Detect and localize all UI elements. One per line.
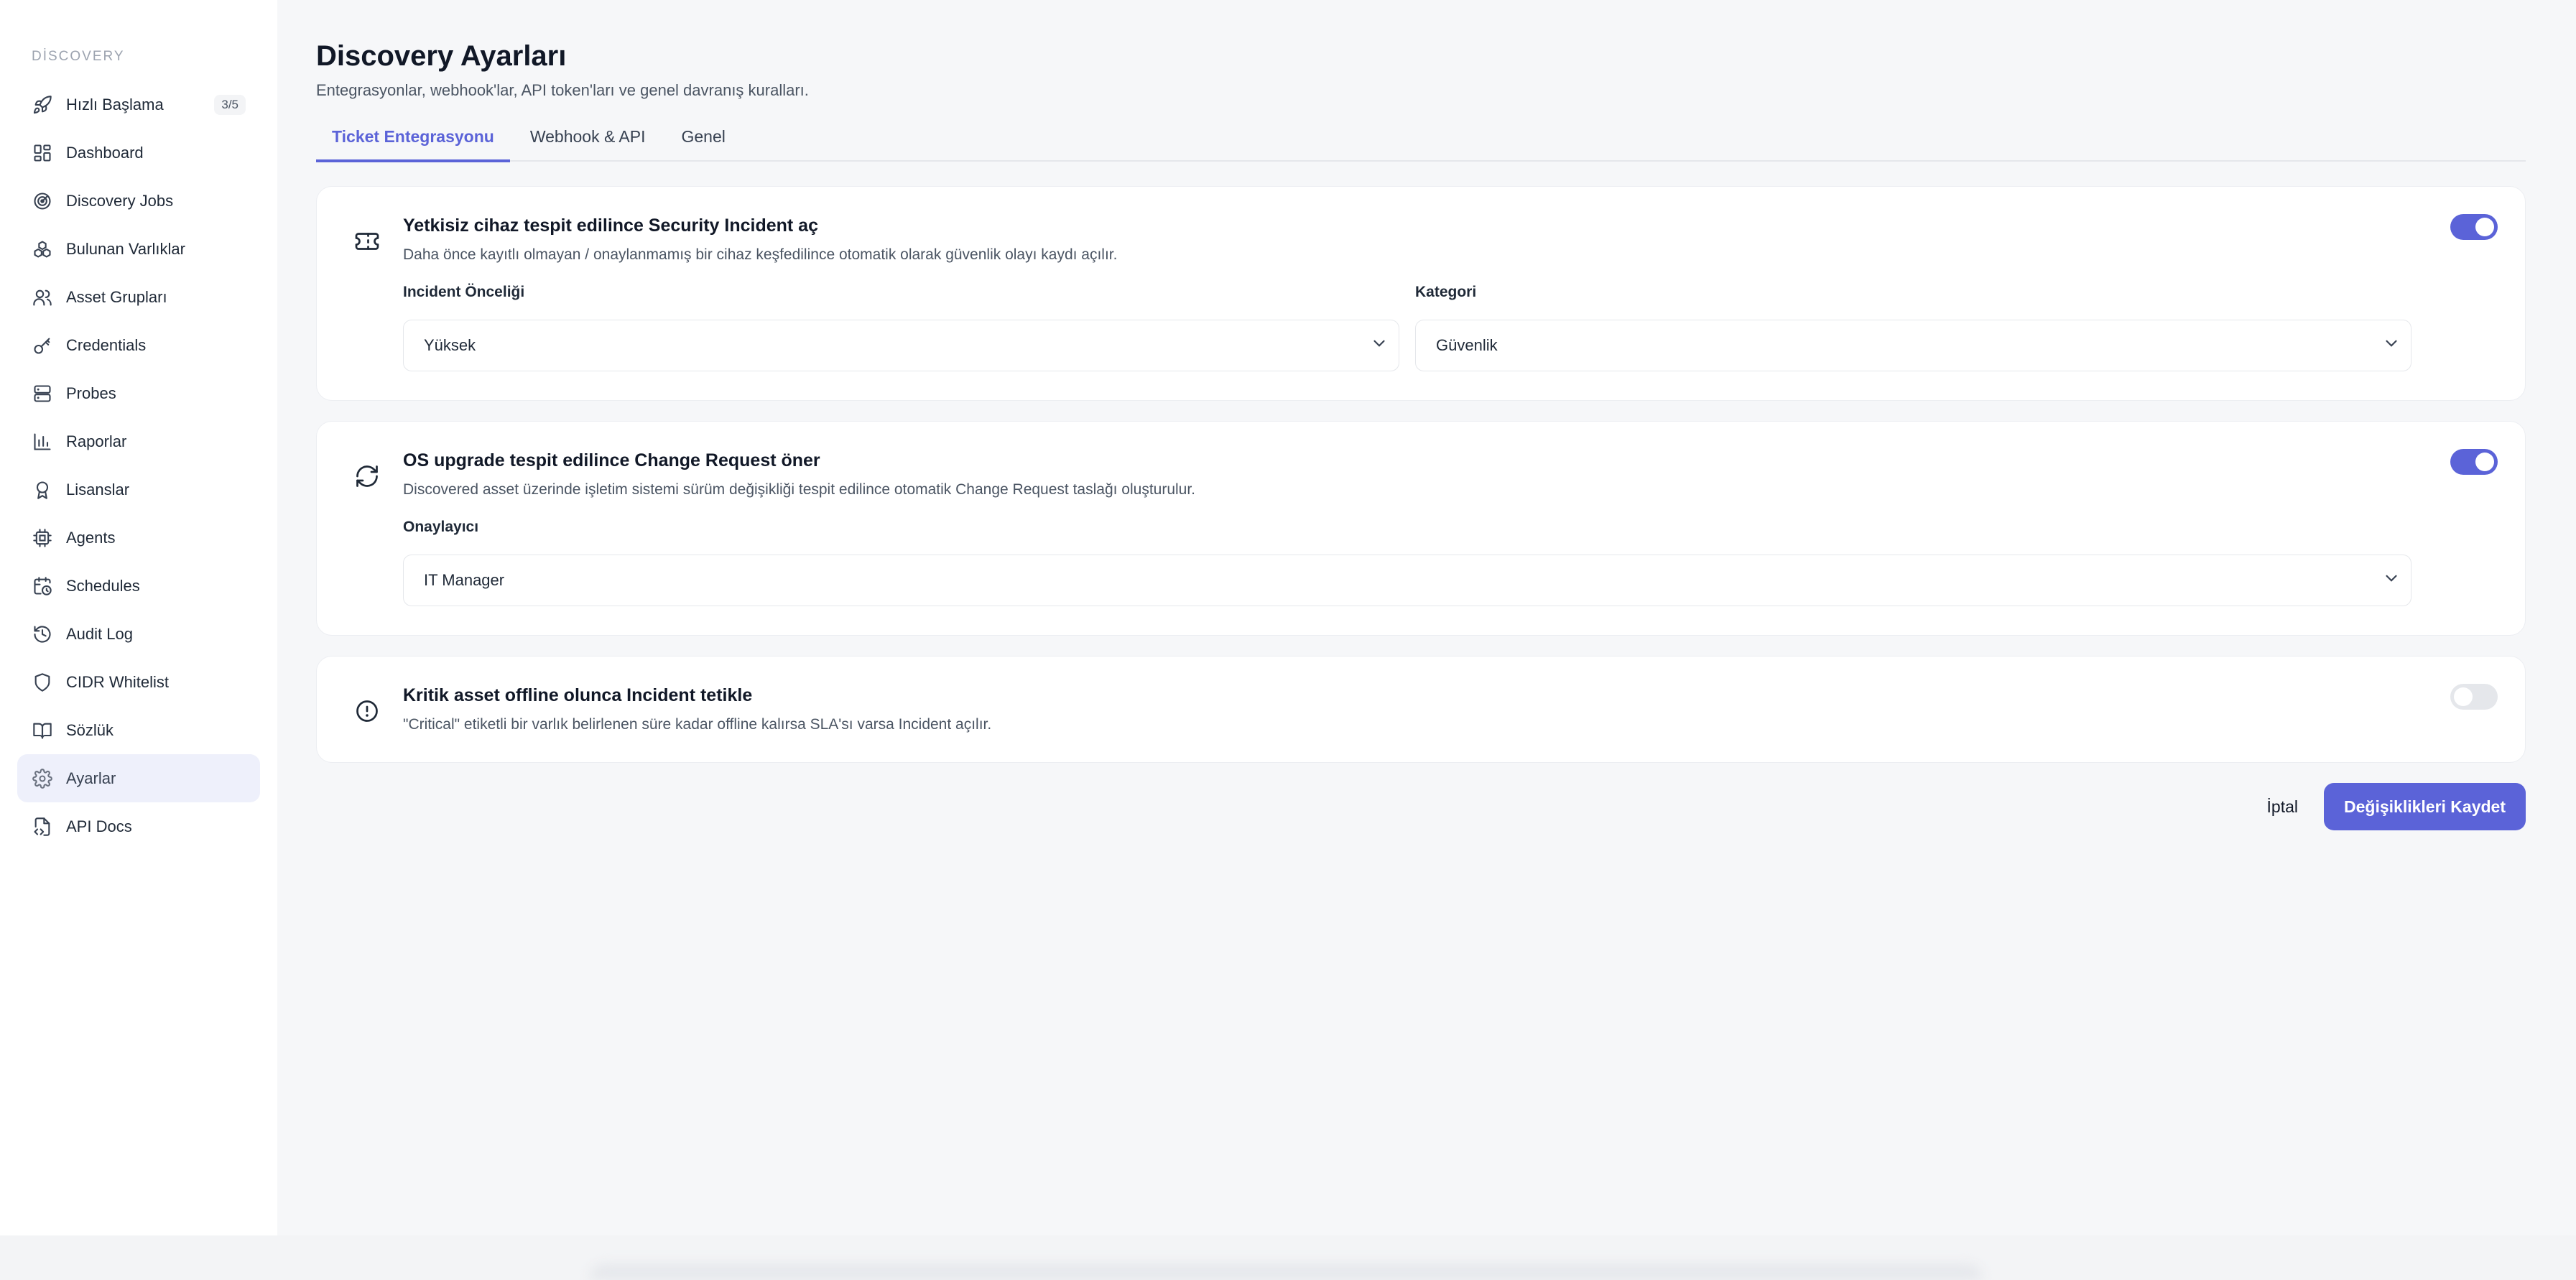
sidebar-item-raporlar[interactable]: Raporlar (17, 417, 260, 465)
alert-circle-icon (354, 698, 383, 727)
sidebar-item-dashboard[interactable]: Dashboard (17, 129, 260, 177)
card-title: OS upgrade tespit edilince Change Reques… (403, 450, 820, 470)
sidebar-item-discovery-jobs[interactable]: Discovery Jobs (17, 177, 260, 225)
rocket-icon (32, 94, 53, 116)
sidebar-item-label: Hızlı Başlama (66, 95, 164, 113)
sidebar-item-label: Credentials (66, 335, 147, 354)
sidebar-item-label: Sözlük (66, 720, 114, 739)
sidebar-item-cidr-whitelist[interactable]: CIDR Whitelist (17, 658, 260, 706)
page-title: Discovery Ayarları (316, 40, 567, 72)
app-window: DİSCOVERY Hızlı Başlama 3/5 Dashboard Di… (0, 0, 2576, 1235)
main-content: Discovery Ayarları Entegrasyonlar, webho… (277, 0, 2576, 1235)
card-description: Discovered asset üzerinde işletim sistem… (403, 481, 1196, 498)
sidebar-item-credentials[interactable]: Credentials (17, 321, 260, 369)
shield-icon (32, 672, 53, 693)
chevron-down-icon (2382, 334, 2401, 357)
tab-webhook-api[interactable]: Webhook & API (514, 127, 662, 160)
incident-priority-select[interactable]: Yüksek (403, 320, 1399, 371)
ticket-icon (354, 228, 383, 257)
card-description: Daha önce kayıtlı olmayan / onaylanmamış… (403, 246, 1118, 263)
book-open-icon (32, 720, 53, 741)
bottom-shadow (589, 1264, 1983, 1280)
approver-select[interactable]: IT Manager (403, 555, 2411, 606)
save-changes-button[interactable]: Değişiklikleri Kaydet (2324, 783, 2526, 830)
card-title: Yetkisiz cihaz tespit edilince Security … (403, 215, 818, 236)
sidebar-item-label: Dashboard (66, 143, 144, 162)
card-title: Kritik asset offline olunca Incident tet… (403, 685, 753, 705)
sidebar-item-label: Ayarlar (66, 769, 116, 787)
field-incident-priority: Incident Önceliği Yüksek (403, 284, 1399, 371)
setting-card-security-incident: Yetkisiz cihaz tespit edilince Security … (316, 186, 2526, 401)
category-select[interactable]: Güvenlik (1415, 320, 2411, 371)
sidebar-item-agents[interactable]: Agents (17, 514, 260, 562)
radar-icon (32, 190, 53, 212)
key-icon (32, 335, 53, 356)
card-description: "Critical" etiketli bir varlık belirlene… (403, 716, 992, 733)
sidebar-item-ayarlar[interactable]: Ayarlar (17, 754, 260, 802)
server-icon (32, 383, 53, 404)
file-code-icon (32, 816, 53, 838)
users-icon (32, 287, 53, 308)
tab-ticket-entegrasyonu[interactable]: Ticket Entegrasyonu (316, 127, 510, 162)
sidebar-item-label: API Docs (66, 817, 132, 835)
select-value: Güvenlik (1436, 336, 1498, 354)
cancel-button[interactable]: İptal (2267, 797, 2298, 817)
sidebar-item-api-docs[interactable]: API Docs (17, 802, 260, 850)
field-label: Incident Önceliği (403, 284, 525, 300)
sidebar-item-hizli-baslama[interactable]: Hızlı Başlama 3/5 (17, 80, 260, 129)
change-request-toggle[interactable] (2450, 449, 2498, 475)
sidebar-item-label: Lisanslar (66, 480, 130, 498)
sidebar-item-label: Probes (66, 384, 116, 402)
sidebar-item-lisanslar[interactable]: Lisanslar (17, 465, 260, 514)
sidebar-item-schedules[interactable]: Schedules (17, 562, 260, 610)
security-incident-toggle[interactable] (2450, 214, 2498, 240)
chevron-down-icon (1370, 334, 1389, 357)
sidebar-item-probes[interactable]: Probes (17, 369, 260, 417)
setting-card-change-request: OS upgrade tespit edilince Change Reques… (316, 421, 2526, 636)
sidebar-item-label: CIDR Whitelist (66, 672, 170, 691)
select-value: Yüksek (424, 336, 476, 354)
sidebar-item-bulunan-varliklar[interactable]: Bulunan Varlıklar (17, 225, 260, 273)
page-subtitle: Entegrasyonlar, webhook'lar, API token'l… (316, 81, 809, 99)
cpu-icon (32, 527, 53, 549)
field-label: Onaylayıcı (403, 519, 479, 535)
history-icon (32, 623, 53, 645)
sidebar-item-sozluk[interactable]: Sözlük (17, 706, 260, 754)
sidebar-item-label: Agents (66, 528, 116, 547)
sidebar-item-asset-gruplari[interactable]: Asset Grupları (17, 273, 260, 321)
setting-card-critical-offline: Kritik asset offline olunca Incident tet… (316, 656, 2526, 763)
sidebar: DİSCOVERY Hızlı Başlama 3/5 Dashboard Di… (0, 0, 277, 1235)
sidebar-item-label: Asset Grupları (66, 287, 167, 306)
critical-offline-toggle[interactable] (2450, 684, 2498, 710)
field-category: Kategori Güvenlik (1415, 284, 2411, 371)
bar-chart-icon (32, 431, 53, 453)
boxes-icon (32, 238, 53, 260)
field-approver: Onaylayıcı IT Manager (403, 519, 2411, 606)
select-value: IT Manager (424, 571, 505, 589)
sidebar-item-audit-log[interactable]: Audit Log (17, 610, 260, 658)
calendar-clock-icon (32, 575, 53, 597)
gear-icon (32, 768, 53, 789)
sidebar-item-label: Raporlar (66, 432, 127, 450)
progress-badge: 3/5 (214, 94, 246, 115)
sidebar-item-label: Discovery Jobs (66, 191, 174, 210)
award-icon (32, 479, 53, 501)
sidebar-section-label: DİSCOVERY (32, 49, 125, 64)
sidebar-item-label: Schedules (66, 576, 140, 595)
dashboard-grid-icon (32, 142, 53, 164)
tab-genel[interactable]: Genel (666, 127, 741, 160)
chevron-down-icon (2382, 569, 2401, 592)
sidebar-item-label: Audit Log (66, 624, 133, 643)
form-actions: İptal Değişiklikleri Kaydet (316, 783, 2526, 830)
sidebar-item-label: Bulunan Varlıklar (66, 239, 185, 258)
refresh-icon (354, 463, 383, 492)
field-label: Kategori (1415, 284, 1477, 300)
settings-tabs: Ticket Entegrasyonu Webhook & API Genel (316, 127, 2526, 162)
